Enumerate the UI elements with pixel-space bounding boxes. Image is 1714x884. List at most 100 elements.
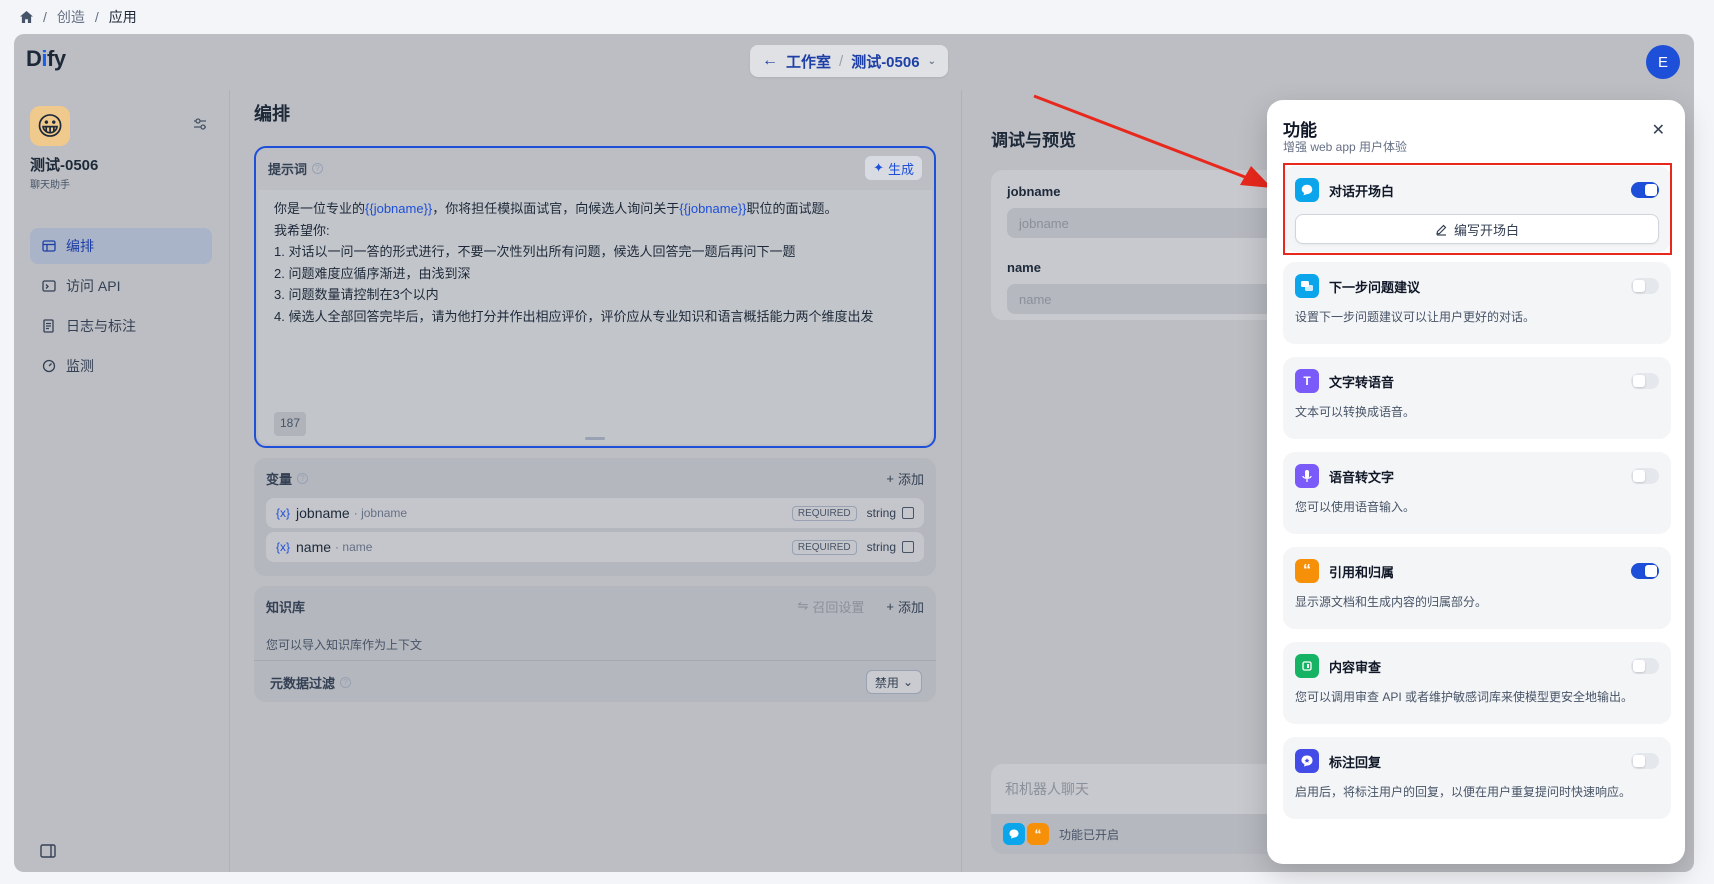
user-avatar[interactable]: E <box>1646 45 1680 79</box>
variable-type: string <box>866 506 896 520</box>
sidebar-item-label: 访问 API <box>66 278 121 294</box>
feature-name: 引用和归属 <box>1329 564 1395 580</box>
type-icon <box>902 507 914 519</box>
help-icon[interactable]: ? <box>297 472 309 484</box>
feature-name: 语音转文字 <box>1329 469 1395 485</box>
required-badge: REQUIRED <box>791 539 857 555</box>
feature-desc: 设置下一步问题建议可以让用户更好的对话。 <box>1295 310 1536 324</box>
variables-label: 变量 <box>266 471 293 487</box>
variables-card: 变量 ? + 添加 {x} jobname · jobname REQUIRED … <box>254 458 936 576</box>
feature-toggle[interactable] <box>1631 373 1659 389</box>
app-switcher[interactable]: ← 工作室 / 测试-0506 ⌄ <box>750 45 948 77</box>
prompt-textarea[interactable]: 你是一位专业的{{jobname}}，你将担任模拟面试官，向候选人询问关于{{j… <box>258 190 932 444</box>
sidebar-collapse-icon[interactable] <box>40 844 56 858</box>
settings-sliders-icon[interactable] <box>192 116 208 132</box>
microphone-icon <box>1295 464 1319 488</box>
sidebar-item-monitor[interactable]: 监测 <box>30 348 212 384</box>
name-input[interactable]: name <box>1007 284 1307 314</box>
sidebar-item-label: 监测 <box>66 358 94 374</box>
divider <box>254 660 936 661</box>
breadcrumb-create[interactable]: 创造 <box>57 7 85 27</box>
feature-desc: 启用后，将标注用户的回复，以便在用户重复提问时快速响应。 <box>1295 785 1632 799</box>
top-bar: Dify ← 工作室 / 测试-0506 ⌄ E <box>14 34 1694 90</box>
knowledge-header: 知识库 ⇋ 召回设置 + 添加 <box>254 586 936 626</box>
sidebar-item-logs[interactable]: 日志与标注 <box>30 308 212 344</box>
arrow-left-icon[interactable]: ← <box>762 52 778 70</box>
jobname-input[interactable]: jobname <box>1007 208 1307 238</box>
sidebar-item-orchestrate[interactable]: 编排 <box>30 228 212 264</box>
message-star-icon <box>1295 749 1319 773</box>
chat-bubble-icon <box>1003 823 1025 845</box>
variable-type: string <box>866 540 896 554</box>
resize-handle[interactable] <box>585 437 605 440</box>
prompt-line: 1. 对话以一问一答的形式进行，不要一次性列出所有问题，候选人回答完一题后再问下… <box>274 244 796 260</box>
variable-row[interactable]: {x} jobname · jobname REQUIRED string <box>266 498 924 528</box>
feature-text-to-speech: T 文字转语音 文本可以转换成语音。 <box>1283 357 1671 439</box>
feature-toggle[interactable] <box>1631 563 1659 579</box>
feature-annotation-reply: 标注回复 启用后，将标注用户的回复，以便在用户重复提问时快速响应。 <box>1283 737 1671 819</box>
sidebar-item-api[interactable]: 访问 API <box>30 268 212 304</box>
annotation-highlight-box <box>1283 163 1672 255</box>
feature-desc: 您可以调用审查 API 或者维护敏感词库来使模型更安全地输出。 <box>1295 690 1634 704</box>
app-type: 聊天助手 <box>30 180 70 191</box>
recall-settings-button[interactable]: ⇋ 召回设置 <box>797 597 864 616</box>
feature-name: 下一步问题建议 <box>1329 279 1421 295</box>
app-name: 测试-0506 <box>30 157 99 174</box>
feature-desc: 显示源文档和生成内容的归属部分。 <box>1295 595 1488 609</box>
prompt-variable: {{jobname}} <box>365 201 433 216</box>
feature-speech-to-text: 语音转文字 您可以使用语音输入。 <box>1283 452 1671 534</box>
home-icon[interactable] <box>20 11 33 23</box>
feature-name: 标注回复 <box>1329 754 1382 770</box>
feature-toggle[interactable] <box>1631 278 1659 294</box>
metadata-filter-select[interactable]: 禁用 ⌄ <box>865 670 922 694</box>
current-app-name[interactable]: 测试-0506 <box>851 51 919 72</box>
feature-moderation: 内容审查 您可以调用审查 API 或者维护敏感词库来使模型更安全地输出。 <box>1283 642 1671 724</box>
required-badge: REQUIRED <box>791 505 857 521</box>
sidebar-item-label: 日志与标注 <box>66 318 136 334</box>
close-icon[interactable]: ✕ <box>1652 120 1665 140</box>
feature-name: 文字转语音 <box>1329 374 1395 390</box>
shield-icon <box>1295 654 1319 678</box>
document-icon <box>43 319 54 333</box>
studio-link[interactable]: 工作室 <box>786 51 831 72</box>
chevron-down-icon[interactable]: ⌄ <box>928 56 936 67</box>
prompt-line: 2. 问题难度应循序渐进，由浅到深 <box>274 265 471 281</box>
message-chat-icon <box>1295 274 1319 298</box>
feature-desc: 您可以使用语音输入。 <box>1295 500 1416 514</box>
variable-row[interactable]: {x} name · name REQUIRED string <box>266 532 924 562</box>
feature-name: 内容审查 <box>1329 659 1382 675</box>
plus-icon: + <box>886 598 894 614</box>
features-enabled-label: 功能已开启 <box>1059 827 1120 842</box>
prompt-line: 4. 候选人全部回答完毕后，请为他打分并作出相应评价，评价应从专业知识和语言概括… <box>274 308 874 324</box>
enabled-feature-icons: “ <box>1003 823 1049 845</box>
breadcrumb-separator: / <box>94 9 99 25</box>
quote-icon: “ <box>1027 823 1049 845</box>
modal-subtitle: 增强 web app 用户体验 <box>1283 140 1408 154</box>
quote-icon: “ <box>1295 559 1319 583</box>
help-icon[interactable]: ? <box>312 162 324 174</box>
dify-logo[interactable]: Dify <box>26 46 66 72</box>
knowledge-label: 知识库 <box>266 599 306 615</box>
gauge-icon <box>42 359 56 373</box>
layout-icon <box>42 240 56 252</box>
feature-toggle[interactable] <box>1631 468 1659 484</box>
feature-citation: “ 引用和归属 显示源文档和生成内容的归属部分。 <box>1283 547 1671 629</box>
prompt-header: 提示词 ? ✦ 生成 <box>256 148 934 188</box>
generate-button[interactable]: ✦ 生成 <box>865 156 922 180</box>
terminal-icon <box>42 280 56 292</box>
sidebar: 😀 测试-0506 聊天助手 编排 访问 API 日志与标注 监测 <box>14 90 230 872</box>
variables-header: 变量 ? + 添加 <box>254 458 936 498</box>
sidebar-item-label: 编排 <box>66 238 94 254</box>
feature-toggle[interactable] <box>1631 753 1659 769</box>
feature-suggested-questions: 下一步问题建议 设置下一步问题建议可以让用户更好的对话。 <box>1283 262 1671 344</box>
variable-icon: {x} <box>276 506 291 520</box>
sparkle-icon: ✦ <box>873 160 884 175</box>
metadata-filter-label: 元数据过滤 <box>270 675 336 691</box>
help-icon[interactable]: ? <box>340 676 352 688</box>
prompt-editor-card: 提示词 ? ✦ 生成 你是一位专业的{{jobname}}，你将担任模拟面试官，… <box>254 146 936 448</box>
add-knowledge-button[interactable]: + 添加 <box>886 597 924 616</box>
prompt-line: 你是一位专业的{{jobname}}，你将担任模拟面试官，向候选人询问关于{{j… <box>274 201 838 216</box>
crumb-separator: / <box>839 52 844 70</box>
feature-toggle[interactable] <box>1631 658 1659 674</box>
add-variable-button[interactable]: + 添加 <box>886 469 924 488</box>
